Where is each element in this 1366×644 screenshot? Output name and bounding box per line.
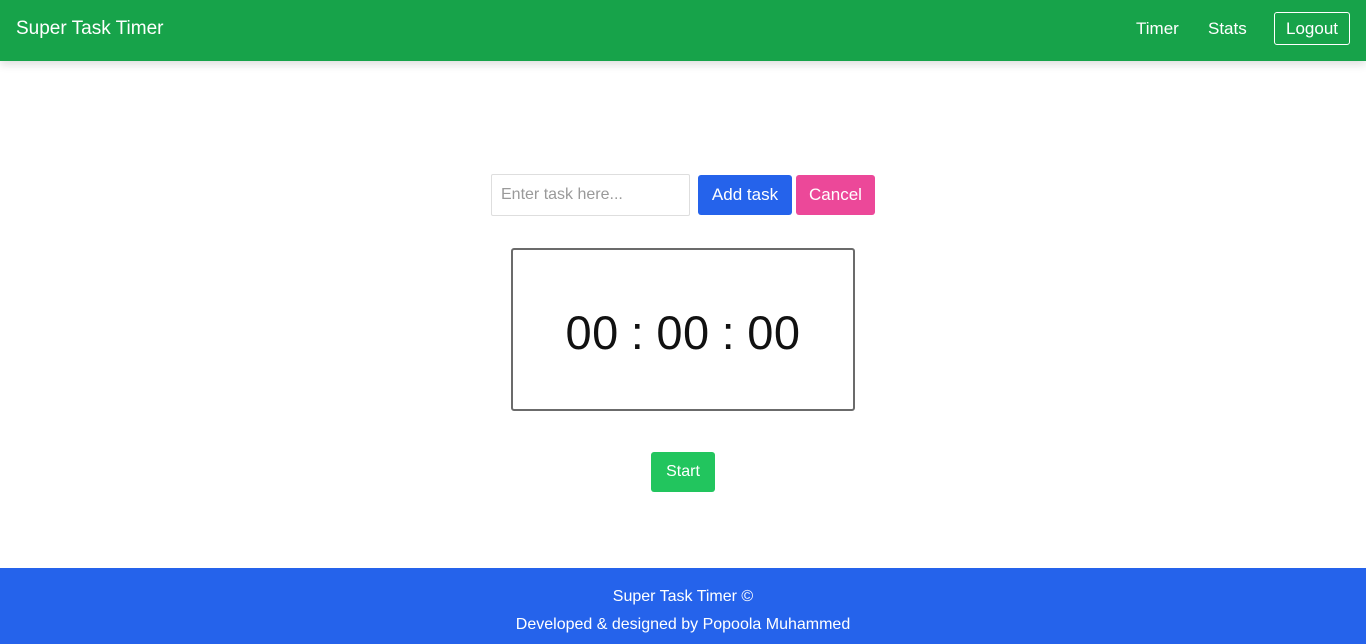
nav-link-timer[interactable]: Timer	[1136, 18, 1179, 40]
timer-minutes: 00	[656, 306, 710, 359]
brand-link[interactable]: Super Task Timer	[16, 17, 163, 41]
logout-button[interactable]: Logout	[1274, 12, 1350, 45]
timer-seconds: 00	[747, 306, 801, 359]
top-navbar: Super Task Timer Timer Stats Logout	[0, 0, 1366, 61]
timer-separator: :	[630, 306, 645, 359]
footer-credits: Developed & designed by Popoola Muhammed	[515, 616, 851, 633]
add-task-button[interactable]: Add task	[698, 175, 792, 215]
timer-hours: 00	[565, 306, 619, 359]
timer-separator: :	[721, 306, 736, 359]
cancel-button[interactable]: Cancel	[796, 175, 875, 215]
footer-copyright: Super Task Timer ©	[612, 588, 754, 605]
nav-link-stats[interactable]: Stats	[1208, 18, 1247, 40]
timer-display: 00:00:00	[566, 305, 801, 360]
footer: Super Task Timer © Developed & designed …	[0, 568, 1366, 644]
start-button[interactable]: Start	[651, 452, 715, 492]
task-input[interactable]	[491, 174, 690, 216]
timer-display-box: 00:00:00	[511, 248, 855, 411]
